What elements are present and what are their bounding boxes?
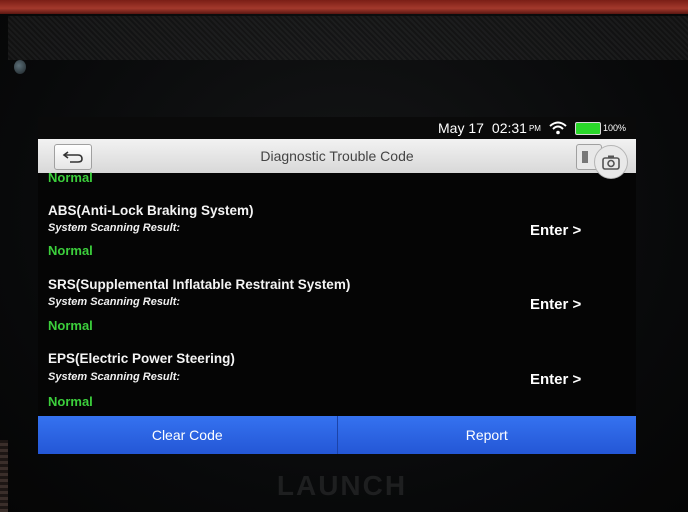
clear-code-button[interactable]: Clear Code [38, 416, 337, 454]
status-normal: Normal [48, 243, 93, 258]
system-name: EPS(Electric Power Steering) [48, 351, 235, 366]
front-camera-lens [14, 60, 26, 74]
camera-icon [602, 155, 620, 170]
title-bar: Diagnostic Trouble Code [38, 139, 636, 173]
scan-result-label: System Scanning Result: [48, 296, 181, 308]
status-normal: Normal [48, 394, 93, 409]
status-bar: May 17 02:31 PM 100% [38, 117, 636, 139]
bezel-texture [8, 16, 688, 60]
brand-logo: LAUNCH [276, 470, 408, 501]
system-name: ABS(Anti-Lock Braking System) [48, 203, 254, 218]
partial-status-normal: Normal [48, 170, 93, 185]
page-title: Diagnostic Trouble Code [260, 148, 414, 164]
enter-button-abs[interactable]: Enter > [530, 222, 581, 239]
battery-indicator: 100% [574, 121, 626, 135]
status-date: May 17 [438, 120, 484, 136]
photo-background [0, 0, 688, 14]
scan-result-label: System Scanning Result: [48, 222, 181, 234]
status-ampm: PM [528, 123, 541, 133]
device-screen: May 17 02:31 PM 100% Diagnostic Trouble … [38, 117, 636, 454]
status-normal: Normal [48, 318, 93, 333]
system-name: SRS(Supplemental Inflatable Restraint Sy… [48, 277, 351, 292]
device-edge [0, 440, 8, 512]
wifi-icon [549, 121, 567, 135]
system-result-list: Normal ABS(Anti-Lock Braking System) Sys… [38, 170, 636, 416]
scan-result-label: System Scanning Result: [48, 371, 181, 383]
bottom-action-bar: Clear Code Report [38, 416, 636, 454]
enter-button-srs[interactable]: Enter > [530, 296, 581, 313]
enter-button-eps[interactable]: Enter > [530, 371, 581, 388]
report-button[interactable]: Report [336, 416, 636, 454]
battery-percent: 100% [602, 123, 626, 133]
status-time: 02:31 [491, 120, 527, 136]
battery-icon [574, 121, 601, 135]
